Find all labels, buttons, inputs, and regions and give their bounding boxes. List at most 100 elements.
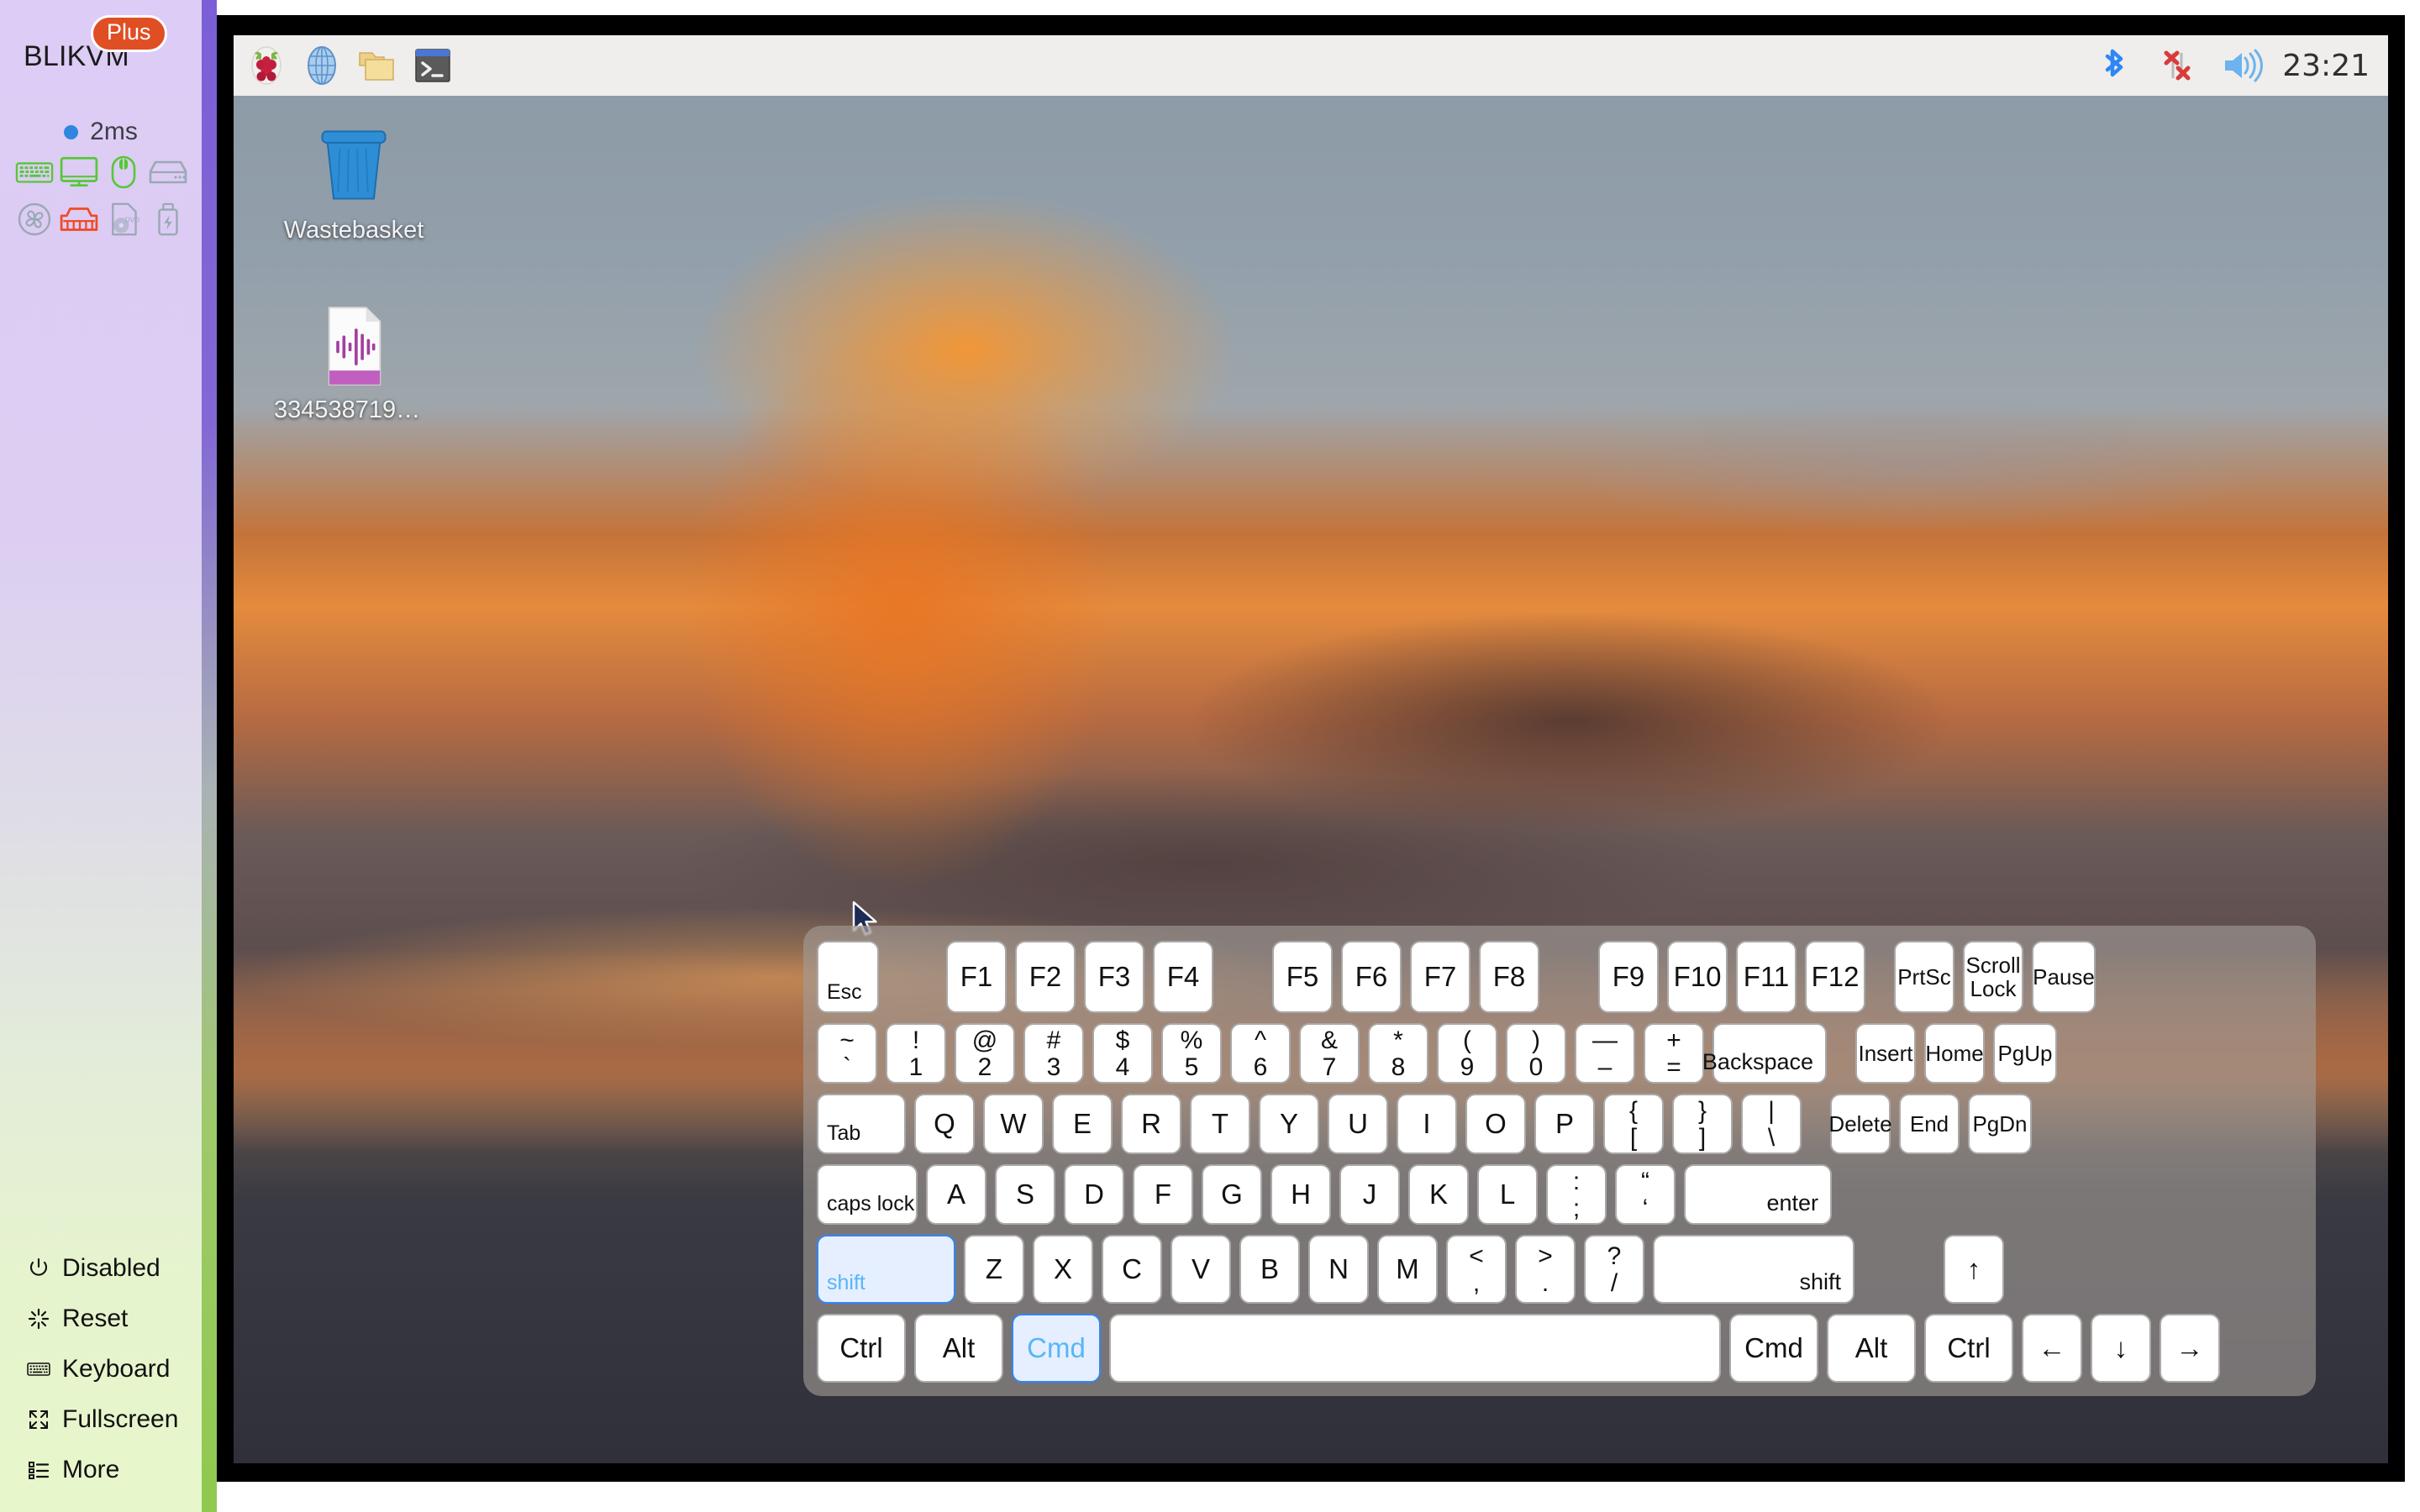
key-2[interactable]: @2 (955, 1023, 1015, 1084)
key-f4[interactable]: F4 (1153, 941, 1213, 1013)
web-browser-icon[interactable] (299, 43, 345, 88)
key-p[interactable]: P (1534, 1094, 1595, 1154)
key-cmd-right[interactable]: Cmd (1729, 1314, 1818, 1383)
key-y[interactable]: Y (1259, 1094, 1319, 1154)
key-arrow-down[interactable]: ↓ (2091, 1314, 2151, 1383)
key-c[interactable]: C (1102, 1235, 1162, 1304)
key-space[interactable] (1109, 1314, 1721, 1383)
key-f10[interactable]: F10 (1667, 941, 1728, 1013)
key-minus[interactable]: — – (1575, 1023, 1635, 1084)
key-pgdn[interactable]: PgDn (1968, 1094, 2032, 1154)
key-o[interactable]: O (1465, 1094, 1526, 1154)
key-r[interactable]: R (1121, 1094, 1181, 1154)
key-delete[interactable]: Delete (1828, 1094, 1892, 1154)
key-5[interactable]: % 5 (1161, 1023, 1222, 1084)
key-q[interactable]: Q (914, 1094, 975, 1154)
remote-desktop[interactable]: 23:21 Wastebasket 3345387197.... Esc F1 … (234, 35, 2388, 1463)
key-pause[interactable]: Pause (2032, 941, 2096, 1013)
key-backspace[interactable]: Backspace (1702, 1023, 1827, 1084)
key-cmd-left[interactable]: Cmd (1012, 1314, 1101, 1383)
key-7[interactable]: & 7 (1299, 1023, 1360, 1084)
key-h[interactable]: H (1270, 1164, 1331, 1225)
key-alt-right[interactable]: Alt (1827, 1314, 1916, 1383)
key-f6[interactable]: F6 (1341, 941, 1402, 1013)
key-6[interactable]: ^ 6 (1230, 1023, 1291, 1084)
sidebar-menu-item-more[interactable]: More (0, 1445, 202, 1495)
key-enter[interactable]: enter (1684, 1164, 1832, 1225)
desktop-icon-audio-file[interactable]: 3345387197.... (274, 296, 434, 424)
key-v[interactable]: V (1171, 1235, 1231, 1304)
raspberry-menu-icon[interactable] (244, 43, 289, 88)
key-f8[interactable]: F8 (1479, 941, 1539, 1013)
key-period[interactable]: >. (1515, 1235, 1576, 1304)
key-e[interactable]: E (1052, 1094, 1113, 1154)
key-backslash[interactable]: | \ (1741, 1094, 1802, 1154)
key-slash[interactable]: ? / (1584, 1235, 1644, 1304)
network-disconnected-icon[interactable] (2154, 43, 2200, 88)
key-t[interactable]: T (1190, 1094, 1250, 1154)
file-manager-icon[interactable] (355, 43, 400, 88)
volume-icon[interactable] (2218, 43, 2264, 88)
key-caps-lock[interactable]: caps lock (817, 1164, 918, 1225)
key-4[interactable]: $4 (1092, 1023, 1153, 1084)
key-semicolon[interactable]: :; (1546, 1164, 1607, 1225)
key-1[interactable]: ! 1 (886, 1023, 946, 1084)
key-arrow-up[interactable]: ↑ (1944, 1235, 2004, 1304)
key-esc[interactable]: Esc (817, 941, 879, 1013)
key-comma[interactable]: <, (1446, 1235, 1507, 1304)
key-arrow-right[interactable]: → (2160, 1314, 2220, 1383)
sidebar-menu-item-keyboard[interactable]: Keyboard (0, 1344, 202, 1394)
key-8[interactable]: * 8 (1368, 1023, 1428, 1084)
key-pgup[interactable]: PgUp (1993, 1023, 2057, 1084)
key-n[interactable]: N (1308, 1235, 1369, 1304)
key-i[interactable]: I (1397, 1094, 1457, 1154)
key-home[interactable]: Home (1924, 1023, 1985, 1084)
sidebar-menu-item-reset[interactable]: Reset (0, 1294, 202, 1344)
key-w[interactable]: W (983, 1094, 1044, 1154)
key-a[interactable]: A (926, 1164, 986, 1225)
key-scroll-lock[interactable]: Scroll Lock (1963, 941, 2023, 1013)
key-f7[interactable]: F7 (1410, 941, 1470, 1013)
key-f2[interactable]: F2 (1015, 941, 1076, 1013)
key-b[interactable]: B (1239, 1235, 1300, 1304)
key-j[interactable]: J (1339, 1164, 1400, 1225)
key-bracket-right[interactable]: }] (1672, 1094, 1733, 1154)
key-prtsc[interactable]: PrtSc (1894, 941, 1954, 1013)
key-f[interactable]: F (1133, 1164, 1193, 1225)
key-ctrl-right[interactable]: Ctrl (1924, 1314, 2013, 1383)
key-l[interactable]: L (1477, 1164, 1538, 1225)
key-f11[interactable]: F11 (1736, 941, 1797, 1013)
key-3[interactable]: #3 (1023, 1023, 1084, 1084)
key-end[interactable]: End (1899, 1094, 1960, 1154)
key-u[interactable]: U (1328, 1094, 1388, 1154)
virtual-keyboard[interactable]: Esc F1 F2 F3 F4 F5 F6 F7 F8 F9 F10 F11 F12 PrtSc Scrol… (803, 926, 2316, 1396)
key-insert[interactable]: Insert (1855, 1023, 1916, 1084)
key-equals[interactable]: + = (1644, 1023, 1704, 1084)
key-d[interactable]: D (1064, 1164, 1124, 1225)
key-ctrl-left[interactable]: Ctrl (817, 1314, 906, 1383)
key-f1[interactable]: F1 (946, 941, 1007, 1013)
key-9[interactable]: (9 (1437, 1023, 1497, 1084)
key-arrow-left[interactable]: ← (2022, 1314, 2082, 1383)
key-s[interactable]: S (995, 1164, 1055, 1225)
key-backtick[interactable]: ~ ` (817, 1023, 877, 1084)
key-z[interactable]: Z (964, 1235, 1024, 1304)
bluetooth-icon[interactable] (2091, 43, 2136, 88)
key-k[interactable]: K (1408, 1164, 1469, 1225)
key-f3[interactable]: F3 (1084, 941, 1144, 1013)
key-f5[interactable]: F5 (1272, 941, 1333, 1013)
key-f12[interactable]: F12 (1805, 941, 1865, 1013)
key-alt-left[interactable]: Alt (914, 1314, 1003, 1383)
key-tab[interactable]: Tab (817, 1094, 906, 1154)
key-m[interactable]: M (1377, 1235, 1438, 1304)
key-shift-left[interactable]: shift (817, 1235, 955, 1304)
terminal-icon[interactable] (410, 43, 455, 88)
key-0[interactable]: ) 0 (1506, 1023, 1566, 1084)
sidebar-menu-item-disabled[interactable]: Disabled (0, 1243, 202, 1294)
desktop-icon-wastebasket[interactable]: Wastebasket (274, 116, 434, 244)
sidebar-menu-item-fullscreen[interactable]: Fullscreen (0, 1394, 202, 1445)
key-f9[interactable]: F9 (1598, 941, 1659, 1013)
key-x[interactable]: X (1033, 1235, 1093, 1304)
key-quote[interactable]: “‘ (1615, 1164, 1676, 1225)
key-bracket-left[interactable]: {[ (1603, 1094, 1664, 1154)
